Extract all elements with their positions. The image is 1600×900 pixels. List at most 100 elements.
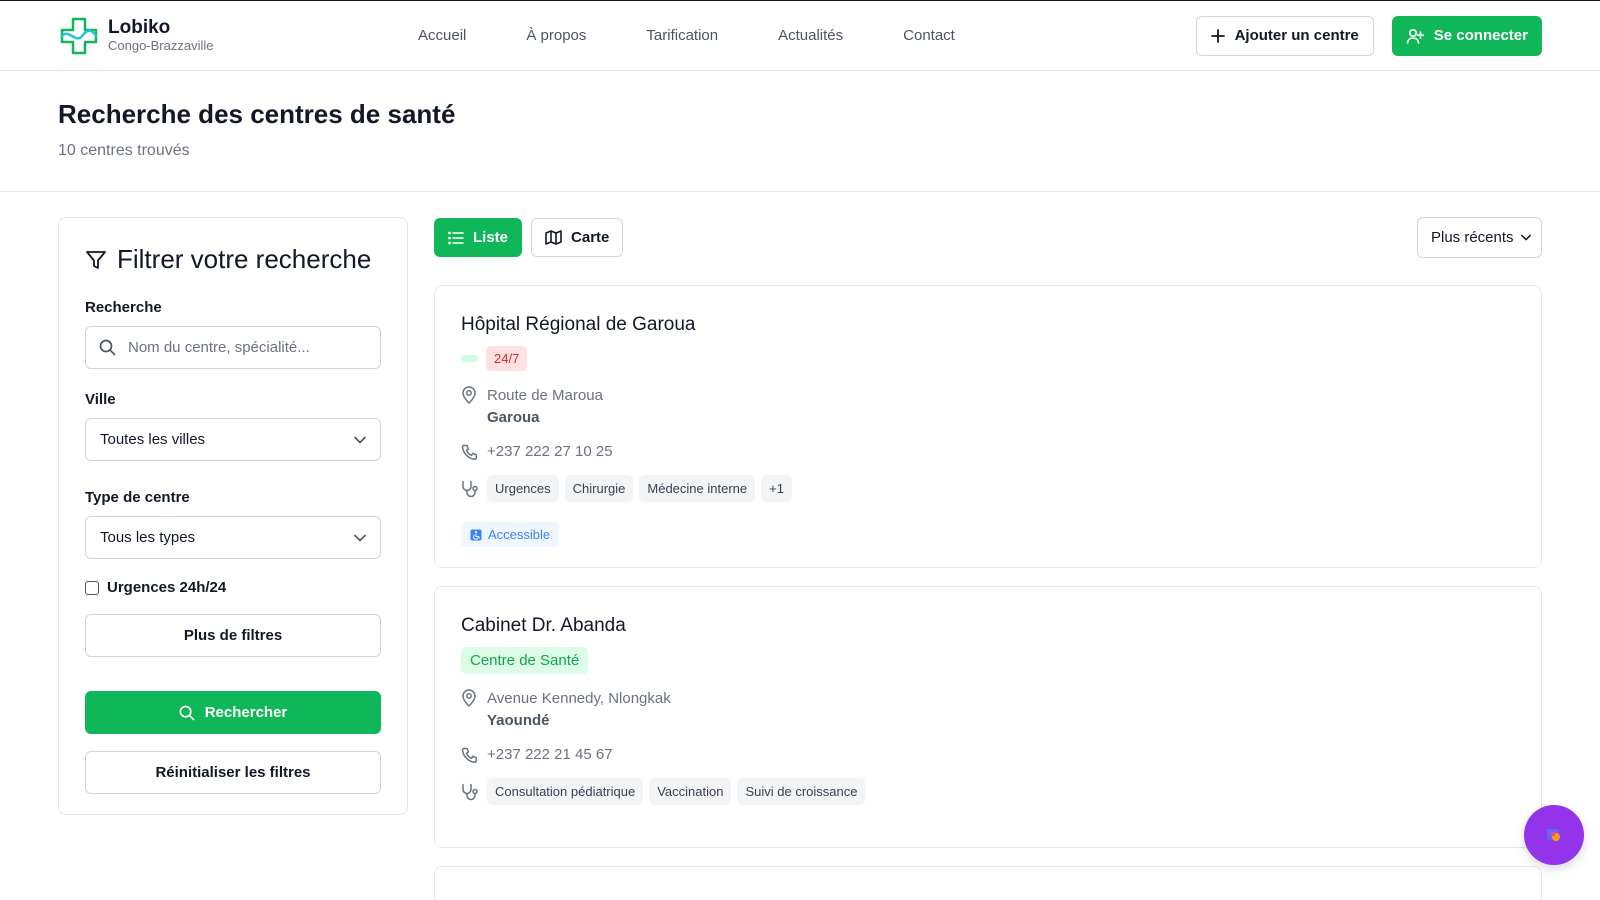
more-filters-button[interactable]: Plus de filtres [85,614,381,657]
specialty-tag: Vaccination [649,778,732,805]
reset-filters-button[interactable]: Réinitialiser les filtres [85,751,381,794]
emergency-label: Urgences 24h/24 [107,579,227,596]
specialty-tag: Suivi de croissance [737,778,866,805]
map-icon [545,230,562,245]
filter-title-text: Filtrer votre recherche [117,244,372,274]
specialties-row: Urgences Chirurgie Médecine interne +1 [461,475,1515,502]
main-content: Filtrer votre recherche Recherche Ville … [0,192,1600,900]
center-city: Garoua [487,409,540,426]
results-count: 10 centres trouvés [58,142,190,159]
nav-contact[interactable]: Contact [903,27,955,44]
accessible-badge: Accessible [461,522,560,547]
chat-assistant-button[interactable] [1524,805,1584,865]
accessible-label: Accessible [488,527,551,542]
specialty-tag: Consultation pédiatrique [487,778,644,805]
page-heading: Recherche des centres de santé 10 centre… [0,71,1600,192]
chevron-down-icon [354,436,366,444]
specialties-row: Consultation pédiatrique Vaccination Sui… [461,778,1515,805]
center-badges: Centre de Santé [461,647,1515,674]
type-select[interactable]: Tous les types [85,516,381,559]
center-address: Avenue Kennedy, Nlongkak [487,690,671,707]
nav-accueil[interactable]: Accueil [418,27,466,44]
center-city: Yaoundé [487,712,550,729]
list-view-button[interactable]: Liste [434,218,523,257]
sort-select[interactable]: Plus récents [1417,217,1542,258]
center-badges: 24/7 [461,346,1515,371]
search-input[interactable] [128,339,367,356]
center-card[interactable]: Cabinet Dr. Abanda Centre de Santé Avenu… [434,586,1542,848]
nav-a-propos[interactable]: À propos [526,27,586,44]
center-card[interactable]: Hôpital Régional de Garoua 24/7 Route de… [434,285,1542,568]
search-label: Recherche [85,299,162,316]
brand-name: Lobiko [108,17,171,39]
sort-select-value: Plus récents [1431,229,1514,246]
specialty-tag: Médecine interne [639,475,756,502]
list-icon [448,231,464,245]
open-24-7-badge: 24/7 [486,346,528,371]
specialty-tag: Chirurgie [564,475,634,502]
medical-cross-logo-icon [58,15,100,57]
add-center-label: Ajouter un centre [1234,27,1359,44]
center-name: Cabinet Dr. Abanda [461,615,626,636]
results-toolbar: Liste Carte Plus récents [434,217,1542,258]
specialty-tag: Urgences [487,475,559,502]
view-toggle: Liste Carte [434,218,624,257]
filter-panel: Filtrer votre recherche Recherche Ville … [58,217,408,815]
map-pin-icon [461,386,477,404]
map-view-label: Carte [571,229,610,246]
login-button[interactable]: Se connecter [1391,15,1542,56]
search-button-label: Rechercher [204,704,288,721]
city-select-value: Toutes les villes [100,431,206,448]
page-title: Recherche des centres de santé [58,99,456,129]
search-icon [99,339,116,356]
specialty-tags: Consultation pédiatrique Vaccination Sui… [487,778,866,805]
center-phone[interactable]: +237 222 27 10 25 [487,443,613,460]
assistant-icon [1545,826,1563,844]
stethoscope-icon [461,783,478,801]
more-specialties-tag: +1 [761,475,792,502]
center-phone[interactable]: +237 222 21 45 67 [487,746,613,763]
brand-subtitle: Congo-Brazzaville [108,37,214,53]
chevron-down-icon [354,534,366,542]
nav-actualites[interactable]: Actualités [778,27,843,44]
filter-title: Filtrer votre recherche [85,244,381,275]
search-field [85,326,381,369]
stethoscope-icon [461,480,478,498]
results-panel: Liste Carte Plus récents Hôpital Régiona… [434,217,1542,900]
specialty-tags: Urgences Chirurgie Médecine interne +1 [487,475,792,502]
plus-icon [1210,28,1225,43]
address-row: Route de Maroua Garoua [461,385,1515,429]
phone-icon [461,747,478,764]
main-nav: Accueil À propos Tarification Actualités… [418,27,1196,44]
top-header: Lobiko Congo-Brazzaville Accueil À propo… [0,1,1600,71]
search-button[interactable]: Rechercher [85,691,381,734]
city-select[interactable]: Toutes les villes [85,418,381,461]
phone-row: +237 222 21 45 67 [461,746,1515,764]
center-address: Route de Maroua [487,387,603,404]
search-icon [179,705,195,721]
center-card[interactable] [434,866,1542,900]
list-view-label: Liste [473,229,509,246]
chevron-down-icon [1521,234,1531,241]
user-plus-icon [1406,28,1424,44]
add-center-button[interactable]: Ajouter un centre [1195,15,1374,56]
brand-logo-link[interactable]: Lobiko Congo-Brazzaville [58,15,418,57]
emergency-checkbox-row[interactable]: Urgences 24h/24 [85,579,381,596]
map-pin-icon [461,689,477,707]
nav-tarification[interactable]: Tarification [646,27,718,44]
header-actions: Ajouter un centre Se connecter [1195,15,1542,56]
address-row: Avenue Kennedy, Nlongkak Yaoundé [461,688,1515,732]
emergency-checkbox[interactable] [85,580,99,595]
map-view-button[interactable]: Carte [531,218,624,257]
phone-row: +237 222 27 10 25 [461,443,1515,461]
type-badge [461,355,478,362]
center-type-badge: Centre de Santé [461,647,589,674]
type-select-value: Tous les types [100,529,196,546]
wheelchair-icon [470,529,482,541]
phone-icon [461,444,478,461]
center-name: Hôpital Régional de Garoua [461,314,696,335]
type-label: Type de centre [85,489,190,506]
city-label: Ville [85,391,116,408]
login-label: Se connecter [1433,27,1528,44]
filter-icon [85,249,107,271]
